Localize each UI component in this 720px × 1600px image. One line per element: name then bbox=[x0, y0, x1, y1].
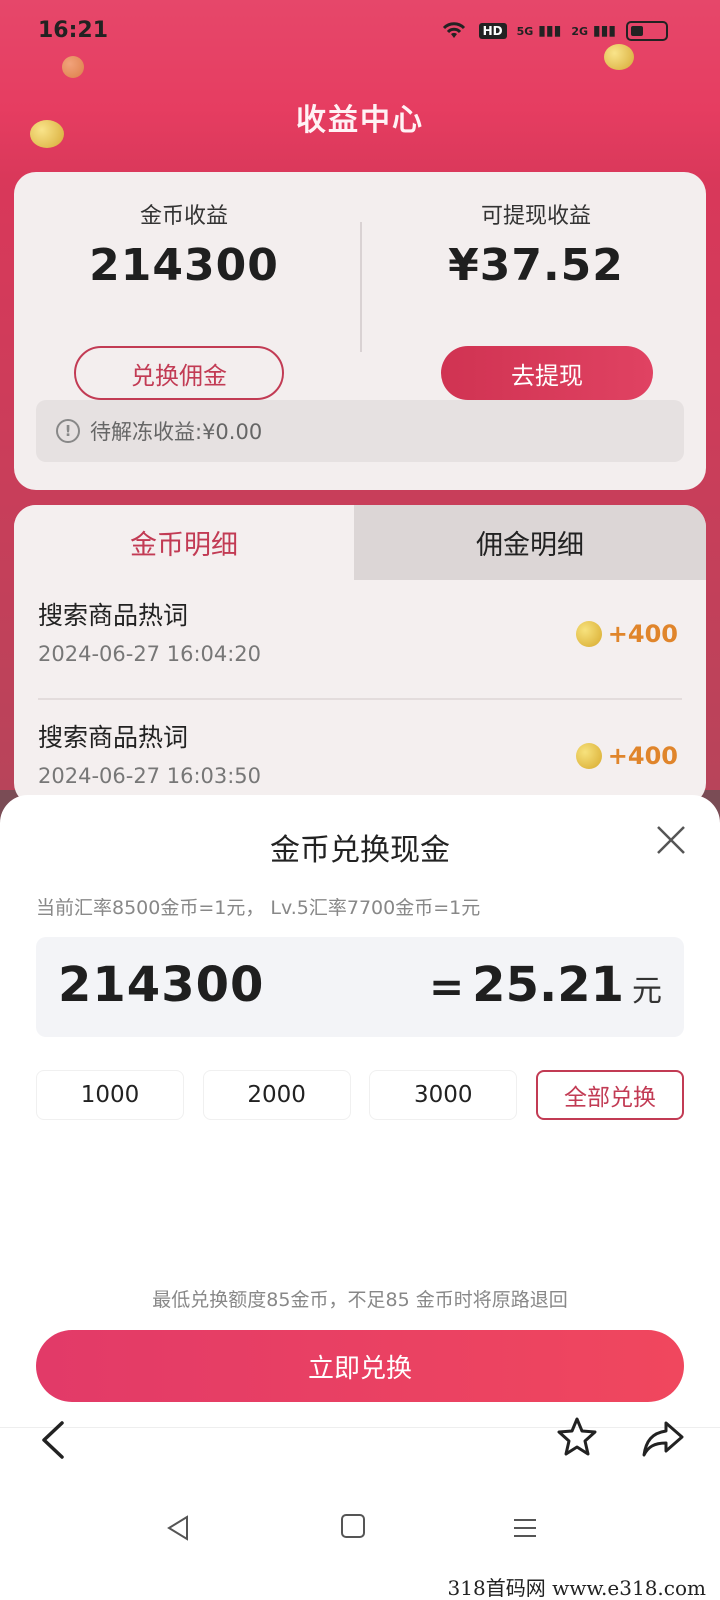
record-time: 2024-06-27 16:03:50 bbox=[38, 764, 262, 788]
battery-icon bbox=[626, 21, 668, 41]
system-navigation-bar bbox=[0, 1495, 720, 1565]
withdrawable-earnings-value: ¥37.52 bbox=[448, 240, 624, 291]
column-divider bbox=[360, 222, 362, 352]
quick-amount-options: 1000 2000 3000 全部兑换 bbox=[36, 1070, 684, 1120]
record-amount-value: +400 bbox=[607, 620, 678, 648]
status-icons: HD 5G ▮▮▮ 2G ▮▮▮ bbox=[439, 18, 668, 44]
system-menu-icon[interactable] bbox=[510, 1513, 540, 1543]
equals-sign: = bbox=[428, 962, 465, 1011]
status-bar: 16:21 HD 5G ▮▮▮ 2G ▮▮▮ bbox=[0, 0, 720, 62]
favorite-star-icon[interactable] bbox=[555, 1415, 599, 1459]
coin-icon bbox=[575, 621, 602, 647]
info-icon: ! bbox=[56, 419, 80, 443]
status-time: 16:21 bbox=[38, 18, 109, 43]
detail-card: 金币明细 佣金明细 搜索商品热词 2024-06-27 16:04:20 +40… bbox=[14, 505, 706, 805]
coin-earnings-column: 金币收益 214300 兑换佣金 bbox=[14, 198, 354, 400]
signal-icon-5g: 5G ▮▮▮ bbox=[516, 23, 562, 39]
signal-icon-2g: 2G ▮▮▮ bbox=[571, 23, 616, 39]
exchange-now-button[interactable]: 立即兑换 bbox=[36, 1330, 684, 1402]
minimum-exchange-note: 最低兑换额度85金币，不足85 金币时将原路退回 bbox=[152, 1289, 568, 1311]
cash-result-value: 25.21 bbox=[472, 957, 624, 1013]
record-divider bbox=[38, 698, 682, 700]
coin-earnings-value: 214300 bbox=[89, 240, 279, 291]
withdrawable-earnings-label: 可提现收益 bbox=[480, 204, 591, 229]
cash-result-unit: 元 bbox=[632, 974, 662, 1009]
tab-coin-detail[interactable]: 金币明细 bbox=[14, 505, 354, 580]
sheet-title: 金币兑换现金 bbox=[270, 833, 450, 868]
quick-option-3000[interactable]: 3000 bbox=[369, 1070, 518, 1120]
pending-earnings-row: ! 待解冻收益:¥0.00 bbox=[36, 400, 684, 462]
watermark-text: 318首码网 www.e318.com bbox=[443, 1572, 710, 1600]
withdraw-button[interactable]: 去提现 bbox=[441, 346, 653, 400]
cash-result: = 25.21 元 bbox=[429, 957, 662, 1013]
browser-toolbar bbox=[0, 1405, 720, 1475]
list-item[interactable]: 搜索商品热词 2024-06-27 16:04:20 +400 bbox=[14, 580, 706, 700]
quick-option-all[interactable]: 全部兑换 bbox=[535, 1070, 684, 1120]
header: 16:21 HD 5G ▮▮▮ 2G ▮▮▮ 收益中心 bbox=[0, 0, 720, 180]
exchange-rate-text: 当前汇率8500金币=1元， Lv.5汇率7700金币=1元 bbox=[36, 897, 481, 919]
record-amount: +400 bbox=[575, 742, 678, 770]
hd-badge: HD bbox=[478, 23, 507, 39]
coin-amount-input[interactable]: 214300 bbox=[58, 957, 264, 1013]
network-label: 2G bbox=[571, 25, 588, 38]
system-back-icon[interactable] bbox=[163, 1513, 193, 1543]
network-label: 5G bbox=[516, 25, 534, 38]
amount-input-box[interactable]: 214300 = 25.21 元 bbox=[36, 937, 684, 1037]
wifi-icon bbox=[439, 18, 469, 44]
close-button[interactable] bbox=[646, 815, 696, 865]
coin-icon bbox=[575, 743, 602, 769]
withdrawable-earnings-column: 可提现收益 ¥37.52 去提现 bbox=[366, 198, 706, 400]
record-title: 搜索商品热词 bbox=[38, 723, 189, 752]
tab-commission-detail[interactable]: 佣金明细 bbox=[354, 505, 706, 580]
coin-earnings-label: 金币收益 bbox=[139, 204, 228, 229]
exchange-commission-button[interactable]: 兑换佣金 bbox=[74, 346, 284, 400]
record-amount-value: +400 bbox=[607, 742, 678, 770]
system-home-icon[interactable] bbox=[340, 1513, 366, 1539]
list-item[interactable]: 搜索商品热词 2024-06-27 16:03:50 +400 bbox=[14, 702, 706, 805]
pending-earnings-text: 待解冻收益:¥0.00 bbox=[90, 420, 263, 444]
back-arrow-icon[interactable] bbox=[34, 1417, 74, 1463]
record-time: 2024-06-27 16:04:20 bbox=[38, 642, 262, 666]
close-icon bbox=[657, 826, 685, 854]
share-icon[interactable] bbox=[640, 1415, 686, 1459]
record-title: 搜索商品热词 bbox=[38, 601, 189, 630]
quick-option-1000[interactable]: 1000 bbox=[36, 1070, 184, 1120]
record-amount: +400 bbox=[575, 620, 678, 648]
earnings-summary-card: 金币收益 214300 兑换佣金 可提现收益 ¥37.52 去提现 ! 待解冻收… bbox=[14, 172, 706, 490]
exchange-bottom-sheet: 金币兑换现金 当前汇率8500金币=1元， Lv.5汇率7700金币=1元 21… bbox=[0, 795, 720, 1600]
page-title: 收益中心 bbox=[296, 103, 424, 138]
quick-option-2000[interactable]: 2000 bbox=[202, 1070, 351, 1120]
